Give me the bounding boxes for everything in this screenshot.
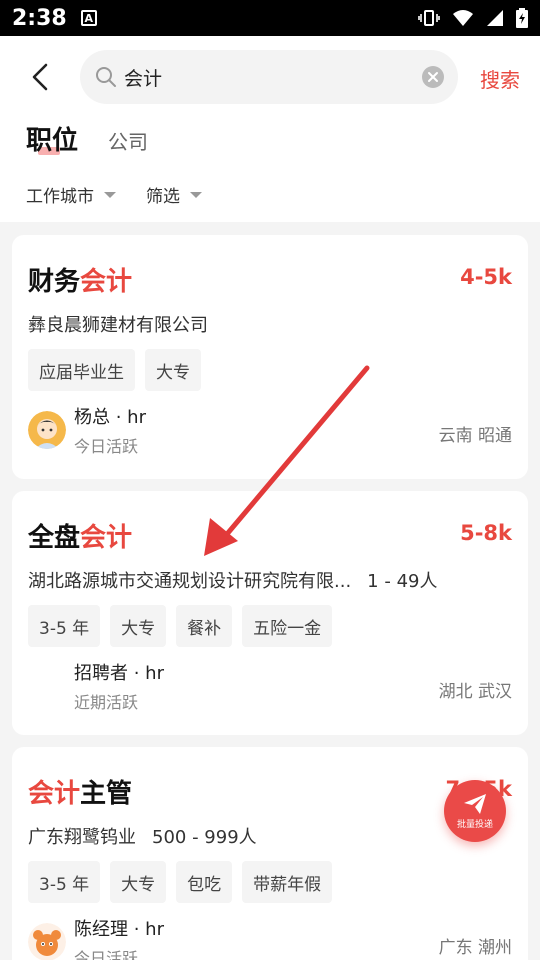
- search-icon: [96, 67, 116, 87]
- notification-a-icon: A: [80, 10, 97, 26]
- batch-apply-label: 批量投递: [456, 819, 493, 830]
- tab-bar: 职位 公司: [26, 120, 148, 157]
- job-title-highlight: 会计: [28, 779, 81, 809]
- tab-companies[interactable]: 公司: [108, 126, 148, 157]
- recruiter-activity: 今日活跃: [74, 949, 139, 960]
- wifi-icon: [453, 10, 473, 26]
- company-name-text: 彝良晨狮建材有限公司: [28, 315, 208, 336]
- tag: 五险一金: [242, 605, 333, 647]
- recruiter: 杨总 · hr 今日活跃: [28, 403, 146, 457]
- back-arrow-icon[interactable]: [26, 62, 56, 92]
- recruiter-avatar: [28, 411, 66, 449]
- tab-jobs[interactable]: 职位: [26, 120, 78, 157]
- job-title: 全盘会计: [28, 517, 132, 554]
- tag: 大专: [145, 349, 201, 391]
- job-card[interactable]: 全盘会计 5-8k 湖北路源城市交通规划设计研究院有限... 1 - 49人 3-…: [12, 491, 528, 735]
- tag: 应届毕业生: [28, 349, 135, 391]
- tag: 大专: [110, 605, 167, 647]
- city-filter[interactable]: 工作城市: [26, 182, 116, 207]
- tag-list: 3-5 年 大专 包吃 带薪年假: [28, 861, 333, 903]
- caret-down-icon: [190, 191, 202, 198]
- recruiter: 招聘者 · hr 近期活跃: [28, 659, 164, 713]
- battery-icon: [516, 8, 528, 28]
- recruiter-name: 招聘者 · hr: [74, 663, 164, 684]
- recruiter: 陈经理 · hr 今日活跃: [28, 915, 164, 960]
- search-input[interactable]: 会计: [124, 64, 422, 91]
- status-bar: 2:38 A: [0, 0, 540, 36]
- job-location: 云南 昭通: [438, 426, 512, 446]
- company-name-text: 湖北路源城市交通规划设计研究院有限...: [28, 571, 352, 592]
- tag-list: 应届毕业生 大专: [28, 349, 201, 391]
- recruiter-avatar: [28, 667, 66, 705]
- paper-plane-icon: [464, 793, 486, 814]
- search-button[interactable]: 搜索: [480, 64, 520, 93]
- header: 会计 搜索 职位 公司 工作城市 筛选: [0, 36, 540, 222]
- job-title: 财务会计: [28, 261, 132, 298]
- tag: 3-5 年: [28, 861, 101, 903]
- recruiter-avatar: [28, 923, 66, 960]
- salary: 5-8k: [460, 521, 512, 545]
- tag: 带薪年假: [242, 861, 333, 903]
- job-location: 湖北 武汉: [438, 682, 512, 702]
- tag: 大专: [110, 861, 167, 903]
- company-name-text: 广东翔鹭钨业: [28, 827, 136, 848]
- company-name: 彝良晨狮建材有限公司: [28, 311, 208, 337]
- batch-apply-button[interactable]: 批量投递: [444, 780, 506, 842]
- job-card[interactable]: 财务会计 4-5k 彝良晨狮建材有限公司 应届毕业生 大专 杨总 · hr 今日…: [12, 235, 528, 479]
- job-title-text: 主管: [80, 779, 133, 809]
- job-card[interactable]: 会计主管 7-15k 广东翔鹭钨业500 - 999人 3-5 年 大专 包吃 …: [12, 747, 528, 960]
- job-location: 广东 潮州: [438, 938, 512, 958]
- company-name: 湖北路源城市交通规划设计研究院有限... 1 - 49人: [28, 567, 437, 593]
- search-bar[interactable]: 会计: [80, 50, 458, 104]
- more-filter-label: 筛选: [146, 187, 180, 207]
- clear-icon[interactable]: [422, 66, 444, 88]
- job-title-text: 全盘: [28, 523, 81, 553]
- job-title-highlight: 会计: [80, 267, 133, 297]
- status-time: 2:38: [12, 5, 67, 31]
- tag: 3-5 年: [28, 605, 101, 647]
- more-filter[interactable]: 筛选: [146, 182, 202, 207]
- job-title-text: 财务: [28, 267, 81, 297]
- job-title-highlight: 会计: [80, 523, 133, 553]
- tag: 包吃: [176, 861, 233, 903]
- caret-down-icon: [104, 191, 116, 198]
- job-title: 会计主管: [28, 773, 132, 810]
- signal-icon: [487, 10, 503, 26]
- tag: 餐补: [176, 605, 233, 647]
- city-filter-label: 工作城市: [26, 187, 94, 207]
- vibrate-icon: [418, 10, 440, 26]
- status-icons: [418, 8, 528, 28]
- recruiter-activity: 近期活跃: [74, 693, 139, 712]
- recruiter-activity: 今日活跃: [74, 437, 139, 456]
- salary: 4-5k: [460, 265, 512, 289]
- tab-jobs-label: 职位: [26, 126, 79, 156]
- company-name: 广东翔鹭钨业 500 - 999人: [28, 823, 257, 849]
- company-size: 500 - 999人: [152, 827, 257, 848]
- tag-list: 3-5 年 大专 餐补 五险一金: [28, 605, 333, 647]
- company-size: 1 - 49人: [367, 571, 438, 592]
- recruiter-name: 陈经理 · hr: [74, 919, 164, 940]
- filter-bar: 工作城市 筛选: [26, 182, 202, 207]
- recruiter-name: 杨总 · hr: [74, 407, 146, 428]
